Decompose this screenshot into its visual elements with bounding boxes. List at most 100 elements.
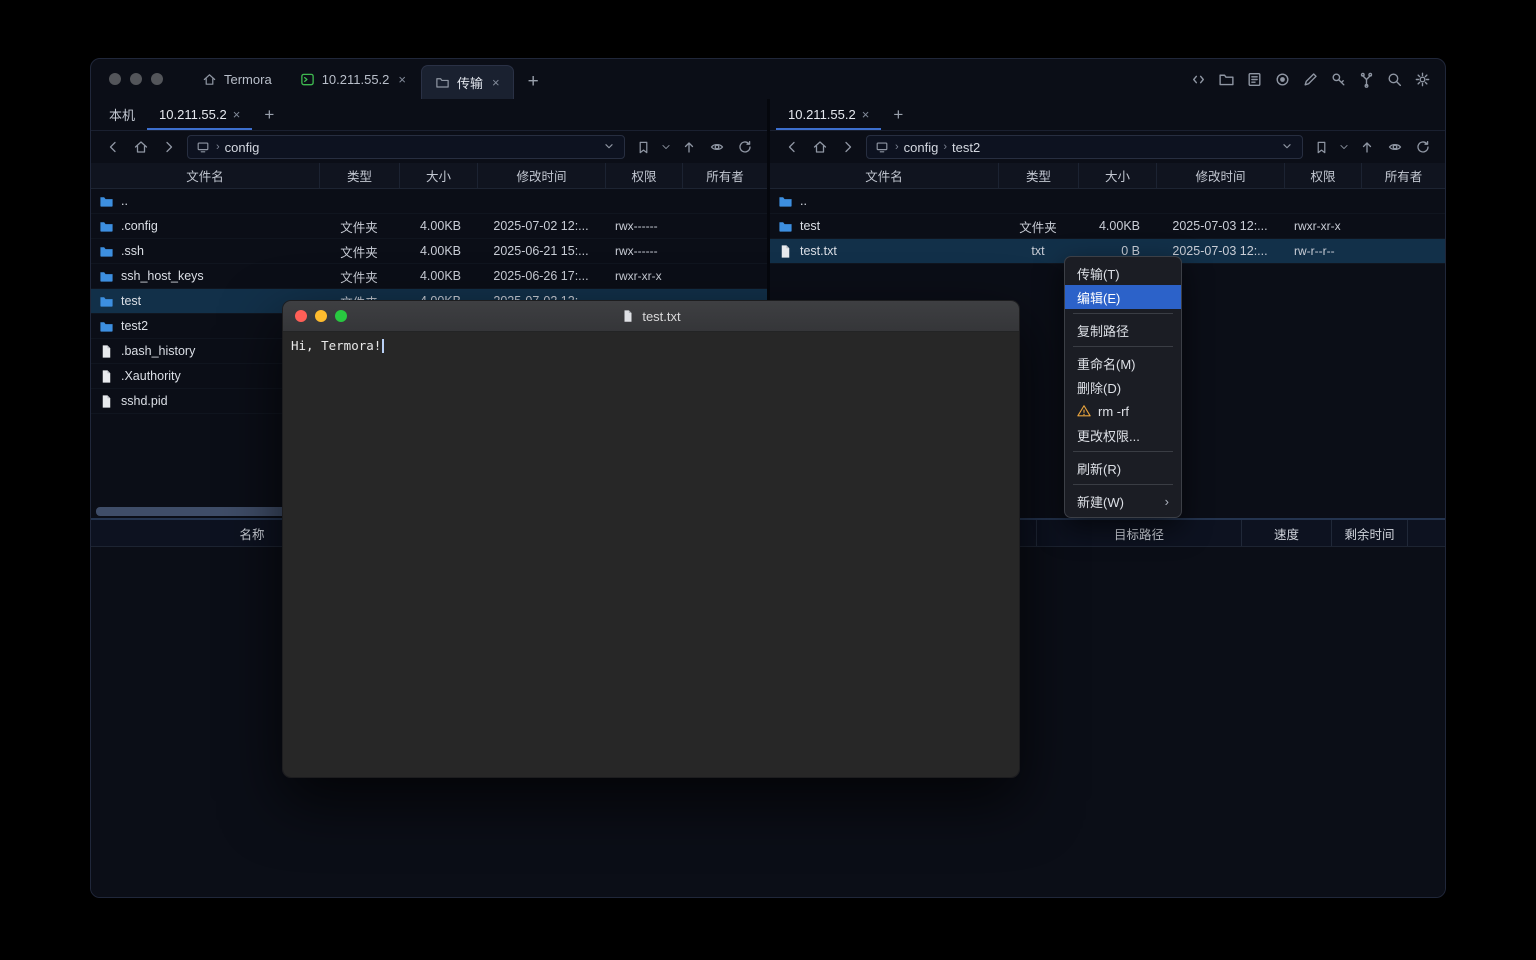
chevron-down-icon[interactable] xyxy=(1280,139,1294,156)
menu-item-rename[interactable]: 重命名(M) xyxy=(1065,351,1181,375)
bookmark-icon[interactable] xyxy=(1311,137,1331,157)
tab-transfer[interactable]: 传输 × xyxy=(421,65,514,99)
menu-item-chmod[interactable]: 更改权限... xyxy=(1065,423,1181,447)
breadcrumb-segment[interactable]: config xyxy=(225,140,260,155)
column-header[interactable]: 速度 xyxy=(1241,520,1331,546)
breadcrumb-separator: › xyxy=(943,141,947,153)
log-icon[interactable] xyxy=(1246,71,1263,88)
show-hidden-eye-icon[interactable] xyxy=(1385,137,1405,157)
tab-remote[interactable]: 10.211.55.2 × xyxy=(147,99,252,130)
menu-item-transfer[interactable]: 传输(T) xyxy=(1065,261,1181,285)
add-tab-button[interactable]: + xyxy=(516,65,551,99)
column-header[interactable]: 修改时间 xyxy=(477,163,605,188)
code-snippet-icon[interactable] xyxy=(1190,71,1207,88)
menu-item-rm-rf[interactable]: rm -rf xyxy=(1065,399,1181,423)
back-icon[interactable] xyxy=(782,137,802,157)
show-hidden-eye-icon[interactable] xyxy=(707,137,727,157)
breadcrumb-segment[interactable]: test2 xyxy=(952,140,980,155)
menu-separator xyxy=(1073,451,1173,452)
traffic-lights[interactable] xyxy=(109,73,163,85)
file-row[interactable]: ssh_host_keys 文件夹4.00KB2025-06-26 17:...… xyxy=(91,264,767,289)
column-header[interactable]: 大小 xyxy=(399,163,477,188)
forward-icon[interactable] xyxy=(838,137,858,157)
submenu-chevron-icon: › xyxy=(1165,494,1169,509)
left-table-header: 文件名 类型 大小 修改时间 权限 所有者 xyxy=(91,163,767,189)
menu-item-edit[interactable]: 编辑(E) xyxy=(1065,285,1181,309)
sftp-folder-icon[interactable] xyxy=(1218,71,1235,88)
file-row[interactable]: .config 文件夹4.00KB2025-07-02 12:...rwx---… xyxy=(91,214,767,239)
close-tab-icon[interactable]: × xyxy=(492,75,500,90)
editor-titlebar[interactable]: test.txt xyxy=(283,301,1019,332)
column-header[interactable]: 权限 xyxy=(605,163,682,188)
folder-icon xyxy=(99,194,114,209)
minimize-window-button[interactable] xyxy=(130,73,142,85)
file-row[interactable]: .. xyxy=(91,189,767,214)
column-header[interactable]: 类型 xyxy=(319,163,399,188)
path-bar[interactable]: › config xyxy=(187,135,625,159)
path-bar[interactable]: › config › test2 xyxy=(866,135,1303,159)
column-header[interactable]: 类型 xyxy=(998,163,1078,188)
folder-icon xyxy=(99,269,114,284)
editor-traffic-lights[interactable] xyxy=(295,310,347,322)
column-header[interactable]: 所有者 xyxy=(682,163,767,188)
document-icon xyxy=(621,309,636,324)
breadcrumb-segment[interactable]: config xyxy=(904,140,939,155)
column-header[interactable]: 所有者 xyxy=(1361,163,1445,188)
menu-separator xyxy=(1073,484,1173,485)
search-icon[interactable] xyxy=(1386,71,1403,88)
macro-record-icon[interactable] xyxy=(1274,71,1291,88)
column-header[interactable]: 剩余时间 xyxy=(1331,520,1407,546)
zoom-window-button[interactable] xyxy=(151,73,163,85)
file-name: .. xyxy=(121,194,128,208)
add-pane-tab-button[interactable]: + xyxy=(252,99,286,130)
tab-termora[interactable]: Termora xyxy=(189,59,285,99)
forward-icon[interactable] xyxy=(159,137,179,157)
tab-ssh-session[interactable]: 10.211.55.2 × xyxy=(287,59,419,99)
tab-label: Termora xyxy=(224,72,272,87)
file-row[interactable]: .. xyxy=(770,189,1445,214)
menu-item-delete[interactable]: 删除(D) xyxy=(1065,375,1181,399)
warning-icon xyxy=(1077,404,1092,419)
upload-icon[interactable] xyxy=(1357,137,1377,157)
bookmark-icon[interactable] xyxy=(633,137,653,157)
refresh-icon[interactable] xyxy=(735,137,755,157)
menu-item-copy-path[interactable]: 复制路径 xyxy=(1065,318,1181,342)
column-header[interactable]: 文件名 xyxy=(91,163,319,188)
back-icon[interactable] xyxy=(103,137,123,157)
minimize-window-button[interactable] xyxy=(315,310,327,322)
home-icon[interactable] xyxy=(810,137,830,157)
home-icon[interactable] xyxy=(131,137,151,157)
column-header[interactable]: 文件名 xyxy=(770,163,998,188)
menu-item-refresh[interactable]: 刷新(R) xyxy=(1065,456,1181,480)
refresh-icon[interactable] xyxy=(1413,137,1433,157)
column-header[interactable]: 大小 xyxy=(1078,163,1156,188)
zoom-window-button[interactable] xyxy=(335,310,347,322)
settings-gear-icon[interactable] xyxy=(1414,71,1431,88)
folder-icon xyxy=(435,75,450,90)
menu-item-new[interactable]: 新建(W) › xyxy=(1065,489,1181,513)
bookmark-dropdown-icon[interactable] xyxy=(661,137,671,157)
key-icon[interactable] xyxy=(1330,71,1347,88)
bookmark-dropdown-icon[interactable] xyxy=(1339,137,1349,157)
file-row[interactable]: .ssh 文件夹4.00KB2025-06-21 15:...rwx------ xyxy=(91,239,767,264)
tab-local[interactable]: 本机 xyxy=(97,99,147,130)
close-tab-icon[interactable]: × xyxy=(398,72,406,87)
column-header[interactable]: 权限 xyxy=(1284,163,1361,188)
close-window-button[interactable] xyxy=(109,73,121,85)
tab-remote[interactable]: 10.211.55.2 × xyxy=(776,99,881,130)
chevron-down-icon[interactable] xyxy=(602,139,616,156)
file-row[interactable]: test 文件夹4.00KB2025-07-03 12:...rwxr-xr-x xyxy=(770,214,1445,239)
upload-icon[interactable] xyxy=(679,137,699,157)
file-name: test xyxy=(121,294,141,308)
column-header[interactable]: 目标路径 xyxy=(1036,520,1241,546)
editor-content[interactable]: Hi, Termora! xyxy=(283,332,1019,777)
close-window-button[interactable] xyxy=(295,310,307,322)
close-tab-icon[interactable]: × xyxy=(233,107,241,122)
column-header[interactable]: 修改时间 xyxy=(1156,163,1284,188)
edit-pencil-icon[interactable] xyxy=(1302,71,1319,88)
keymap-icon[interactable] xyxy=(1358,71,1375,88)
file-name: .bash_history xyxy=(121,344,195,358)
add-pane-tab-button[interactable]: + xyxy=(881,99,915,130)
close-tab-icon[interactable]: × xyxy=(862,107,870,122)
terminal-icon xyxy=(300,72,315,87)
